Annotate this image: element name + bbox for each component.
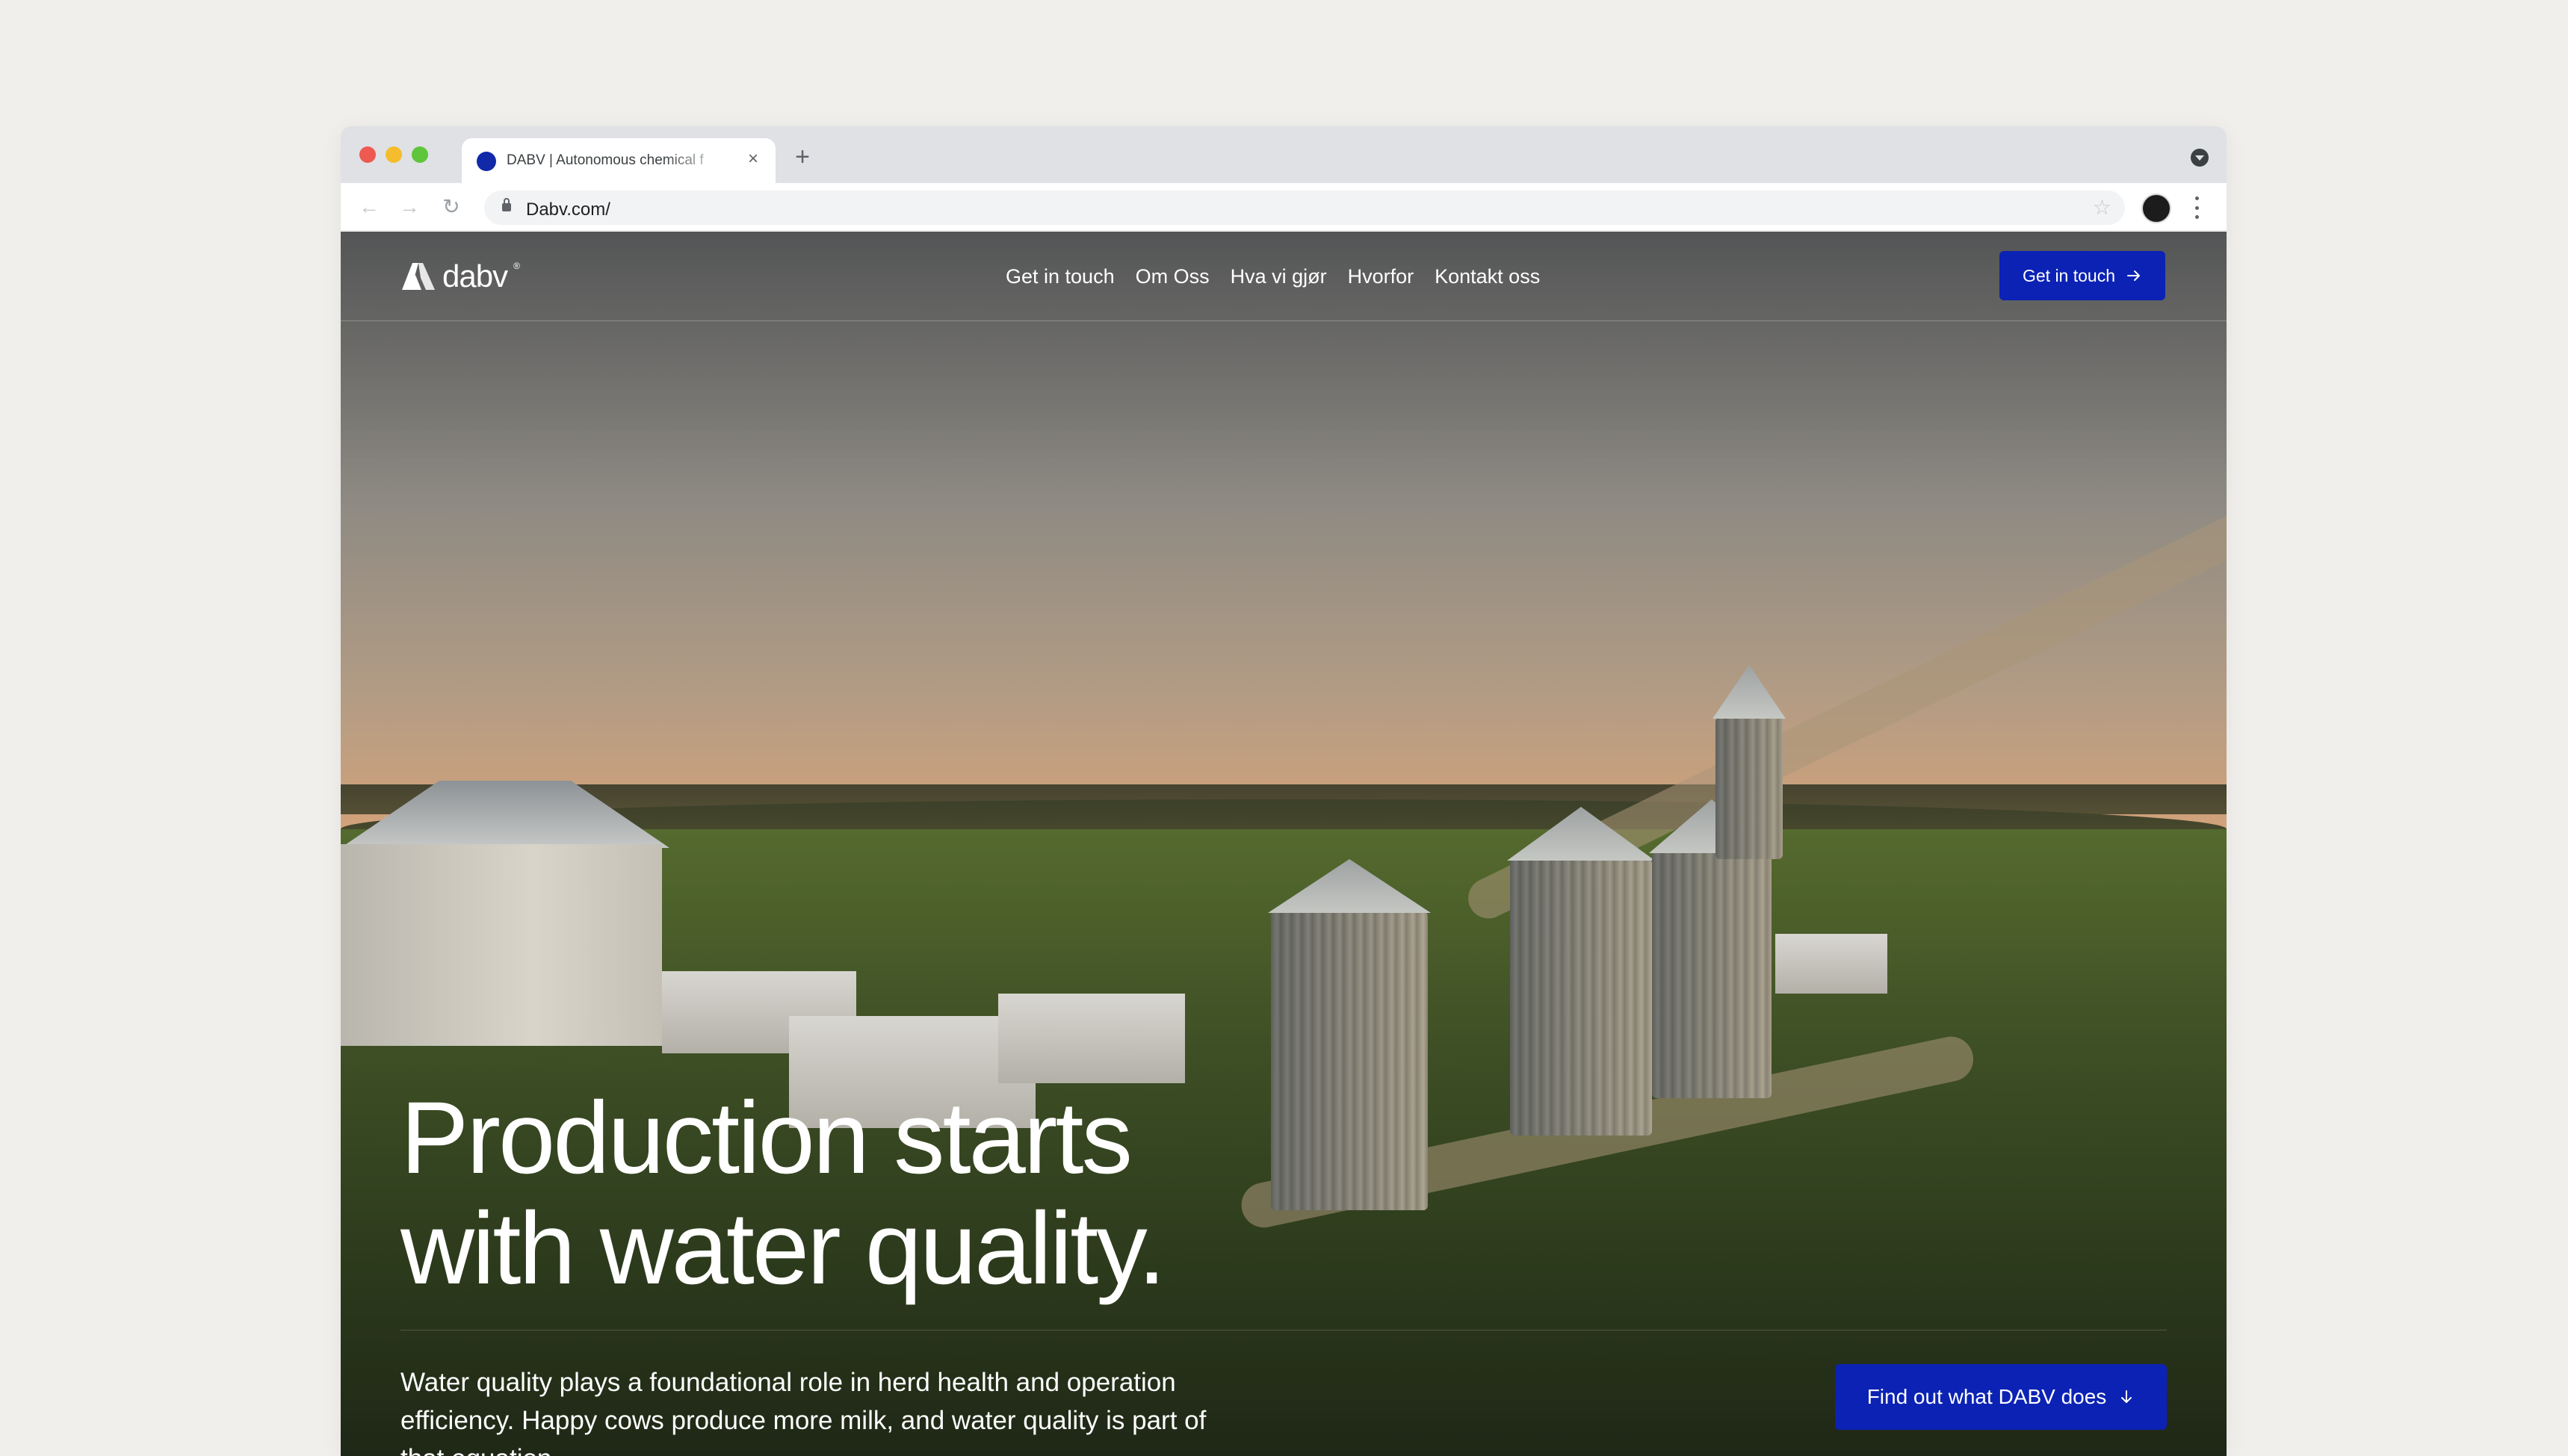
address-bar[interactable]: Dabv.com/ ☆ (484, 190, 2125, 225)
site-header: dabv ® Get in touch Om Oss Hva vi gjør H… (341, 232, 2227, 321)
main-nav: Get in touch Om Oss Hva vi gjør Hvorfor … (1006, 263, 1540, 290)
farm-shed (1775, 934, 1887, 994)
browser-tab-bar: DABV | Autonomous chemical f × + (341, 126, 2227, 183)
nav-link-kontakt-oss[interactable]: Kontakt oss (1435, 263, 1540, 290)
header-cta-label: Get in touch (2022, 265, 2116, 285)
maximize-window-button[interactable] (412, 146, 428, 163)
website-viewport: dabv ® Get in touch Om Oss Hva vi gjør H… (341, 232, 2227, 1456)
forward-arrow-icon[interactable]: → (396, 193, 423, 220)
arrow-down-icon (2121, 1390, 2132, 1403)
grain-silo (1715, 717, 1783, 859)
barn (341, 844, 662, 1046)
nav-link-om-oss[interactable]: Om Oss (1136, 263, 1210, 290)
nav-link-hva-vi-gjor[interactable]: Hva vi gjør (1231, 263, 1327, 290)
close-window-button[interactable] (359, 146, 376, 163)
find-out-what-dabv-does-button[interactable]: Find out what DABV does (1835, 1364, 2167, 1430)
hero-title-line-2: with water quality. (400, 1192, 1166, 1306)
dabv-logo-icon (400, 261, 436, 291)
arrow-right-icon (2127, 270, 2141, 281)
profile-avatar[interactable] (2141, 193, 2171, 223)
tab-title: DABV | Autonomous chemical f (507, 152, 704, 168)
reload-icon[interactable]: ↻ (438, 193, 465, 220)
new-tab-button[interactable]: + (789, 144, 816, 171)
url-text[interactable]: Dabv.com/ (526, 199, 610, 220)
tab-close-icon[interactable]: × (743, 149, 764, 170)
dabv-logo[interactable]: dabv ® (400, 260, 520, 293)
bookmark-star-icon[interactable]: ☆ (2093, 196, 2111, 219)
browser-tab[interactable]: DABV | Autonomous chemical f × (462, 138, 776, 183)
hero-description: Water quality plays a foundational role … (400, 1368, 1207, 1456)
browser-window: DABV | Autonomous chemical f × + ← → ↻ D… (341, 126, 2227, 1456)
browser-menu-icon[interactable] (2188, 196, 2206, 219)
nav-link-get-in-touch[interactable]: Get in touch (1006, 263, 1115, 290)
tab-search-icon[interactable] (2191, 149, 2209, 167)
browser-toolbar: ← → ↻ Dabv.com/ ☆ (341, 183, 2227, 231)
header-get-in-touch-button[interactable]: Get in touch (1999, 251, 2165, 300)
hero-title-line-1: Production starts (400, 1081, 1133, 1195)
logo-registered-mark: ® (513, 261, 520, 271)
favicon-icon (477, 152, 496, 171)
minimize-window-button[interactable] (386, 146, 402, 163)
grain-silo (1652, 852, 1772, 1098)
hero-cta-label: Find out what DABV does (1866, 1385, 2107, 1408)
hero-title: Production starts with water quality. (400, 1083, 1447, 1304)
logo-text: dabv (442, 258, 508, 294)
nav-link-hvorfor[interactable]: Hvorfor (1348, 263, 1414, 290)
farm-shed (998, 994, 1185, 1083)
lock-icon (502, 198, 511, 211)
grain-silo (1510, 859, 1652, 1136)
back-arrow-icon[interactable]: ← (356, 193, 383, 220)
